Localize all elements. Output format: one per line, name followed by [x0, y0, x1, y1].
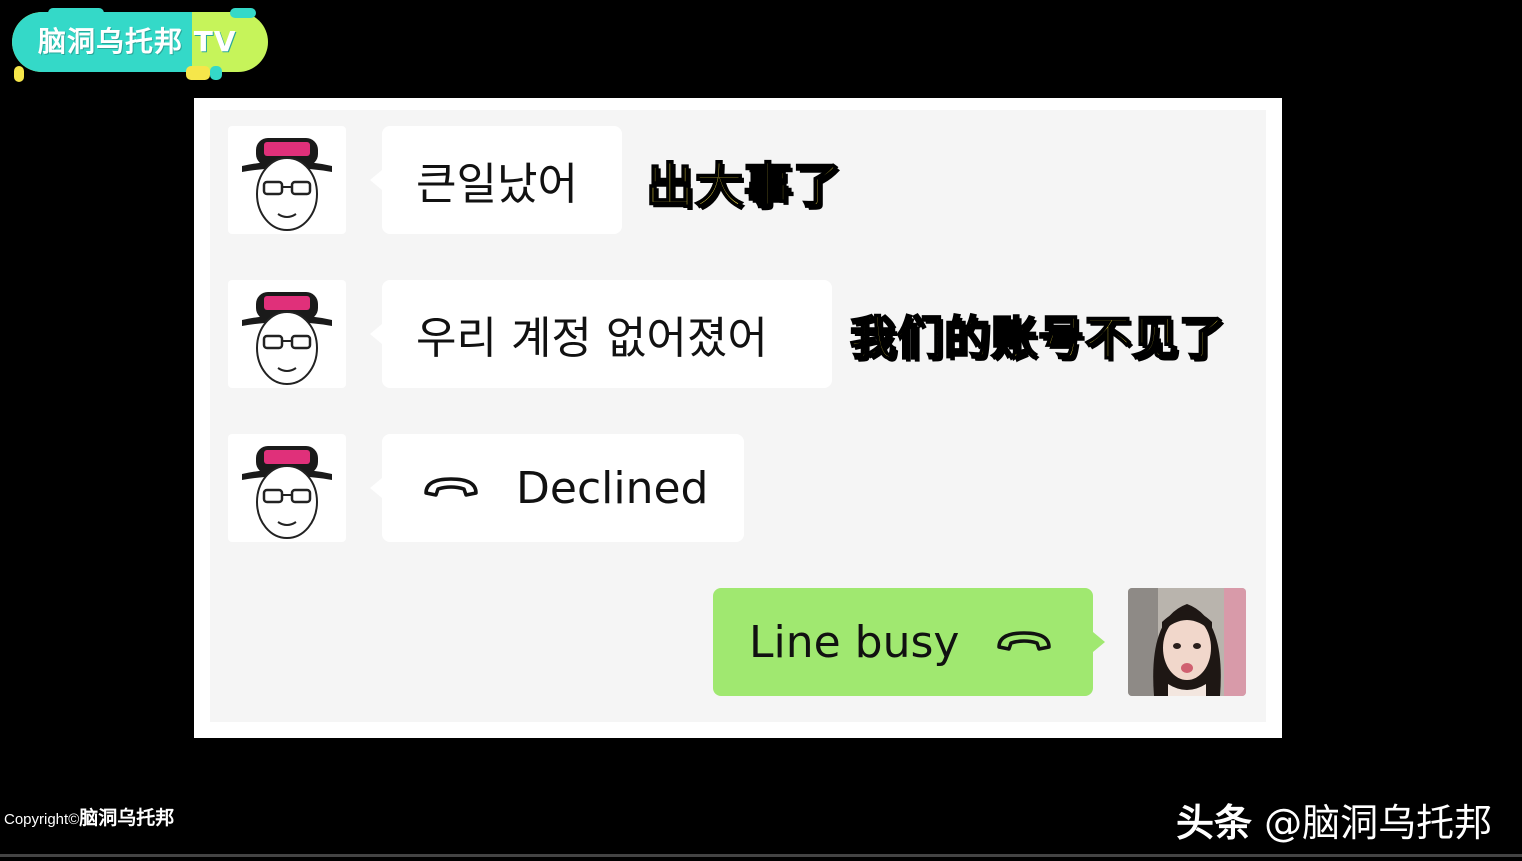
message-text: 큰일났어: [416, 159, 578, 210]
subtitle-caption: 我们的账号不见了: [849, 310, 1226, 366]
copyright-brand: 脑洞乌托邦: [79, 808, 175, 829]
chat-message-list[interactable]: 큰일났어 出大事了 우리 계정 없어졌어 我们的账号不见了 Declined L…: [210, 110, 1266, 722]
copyright-notice: Copyright©脑洞乌托邦: [4, 803, 174, 830]
channel-logo-text: 脑洞乌托邦 TV: [38, 25, 237, 58]
cartoon-man-cap-icon[interactable]: [228, 280, 346, 388]
cartoon-man-cap-icon[interactable]: [228, 434, 346, 542]
channel-logo: 脑洞乌托邦 TV: [12, 12, 268, 72]
incoming-message-bubble[interactable]: 우리 계정 없어졌어: [370, 280, 832, 388]
copyright-prefix: Copyright©: [4, 811, 80, 828]
call-declined-bubble[interactable]: Declined: [370, 434, 744, 542]
watermark-prefix: 头条: [1176, 801, 1253, 845]
message-text: Declined: [516, 462, 709, 514]
woman-photo-avatar[interactable]: [1128, 588, 1246, 696]
phone-hangup-icon: [422, 463, 480, 514]
subtitle-caption: 出大事了: [645, 157, 843, 215]
platform-watermark: 头条 @脑洞乌托邦: [1176, 792, 1492, 847]
incoming-message-bubble[interactable]: 큰일났어: [370, 126, 622, 234]
watermark-handle: @脑洞乌托邦: [1264, 801, 1493, 845]
chat-panel: 큰일났어 出大事了 우리 계정 없어졌어 我们的账号不见了 Declined L…: [194, 98, 1282, 738]
divider: [0, 854, 1522, 857]
phone-hangup-icon: [995, 617, 1053, 668]
call-line-busy-bubble[interactable]: Line busy: [713, 588, 1105, 696]
message-text: Line busy: [749, 616, 960, 668]
message-text: 우리 계정 없어졌어: [416, 313, 768, 364]
cartoon-man-cap-icon[interactable]: [228, 126, 346, 234]
